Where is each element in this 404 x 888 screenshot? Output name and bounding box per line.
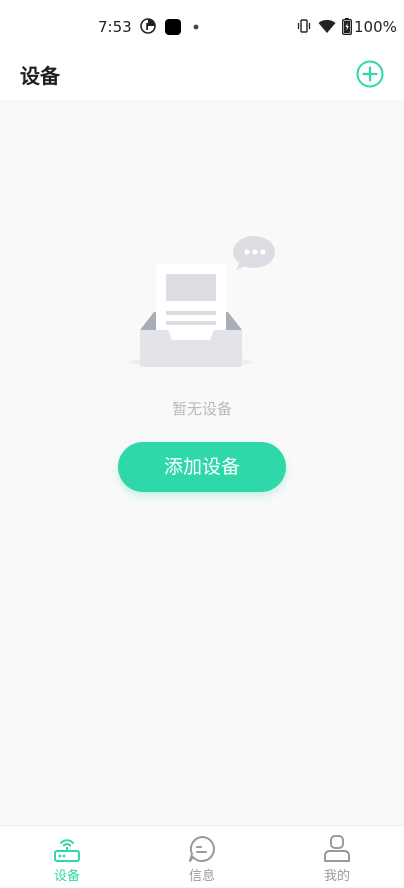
wifi-icon xyxy=(318,19,336,33)
nav-tab-devices[interactable]: 设备 xyxy=(0,826,134,888)
empty-state-message: 暂无设备 xyxy=(171,400,232,418)
bottom-navigation: 设备 信息 我的 xyxy=(0,825,404,887)
add-device-button[interactable] xyxy=(355,59,385,89)
status-bar: 7:53 100% xyxy=(0,0,404,52)
add-device-primary-button[interactable]: 添加设备 xyxy=(118,442,286,492)
chat-icon xyxy=(189,836,215,862)
user-icon xyxy=(324,835,350,862)
plus-circle-icon xyxy=(356,60,384,88)
nav-label-devices: 设备 xyxy=(53,869,80,884)
router-icon xyxy=(54,839,80,862)
device-list-area: 暂无设备 添加设备 xyxy=(0,100,404,825)
page-title: 设备 xyxy=(20,64,60,88)
dot-icon xyxy=(193,24,199,30)
chat-bubble-icon xyxy=(233,236,275,270)
pie-status-icon xyxy=(140,18,156,34)
empty-inbox-illustration xyxy=(128,236,275,367)
nav-tab-messages[interactable]: 信息 xyxy=(135,826,269,888)
nav-label-messages: 信息 xyxy=(188,869,215,884)
nav-tab-profile[interactable]: 我的 xyxy=(270,826,404,888)
battery-icon xyxy=(342,18,352,35)
status-time: 7:53 xyxy=(98,18,132,36)
app-bar: 设备 xyxy=(0,52,404,100)
nav-label-profile: 我的 xyxy=(323,869,350,884)
notification-square-icon xyxy=(165,19,181,35)
battery-percentage: 100% xyxy=(354,18,397,36)
vibrate-icon xyxy=(297,19,311,33)
